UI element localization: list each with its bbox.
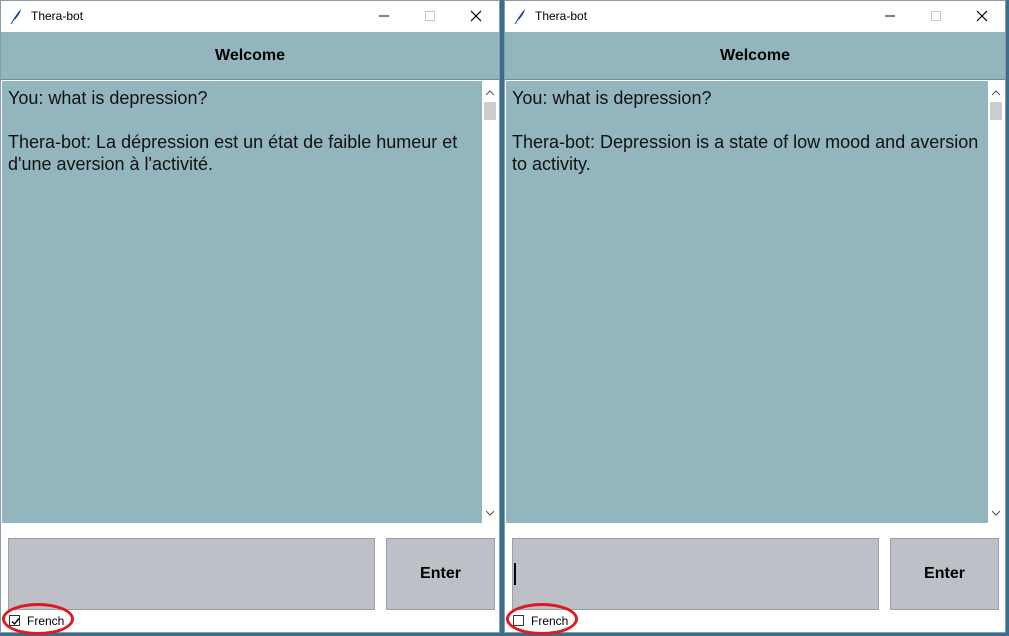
close-button[interactable] [453,1,499,31]
text-caret [514,563,516,585]
user-message: You: what is depression? [512,88,712,108]
scroll-down-arrow-icon[interactable] [483,505,497,521]
feather-icon [9,8,23,25]
chat-log[interactable]: You: what is depression? Thera-bot: Depr… [506,81,988,523]
title-bar[interactable]: Thera-bot [1,1,499,31]
maximize-button[interactable] [407,1,453,31]
chat-scrollbar[interactable] [483,85,497,521]
chat-scrollbar[interactable] [989,85,1003,521]
feather-icon [513,8,527,25]
bot-message: Thera-bot: La dépression est un état de … [8,132,463,174]
chat-window-english: Thera-bot Welcome You: what is depressio… [504,0,1006,635]
welcome-header: Welcome [505,32,1005,80]
scrollbar-thumb[interactable] [990,102,1002,120]
maximize-button[interactable] [913,1,959,31]
scrollbar-thumb[interactable] [484,102,496,120]
message-input[interactable] [8,538,375,610]
red-highlight-circle [2,603,74,635]
enter-button[interactable]: Enter [386,538,495,610]
minimize-button[interactable] [867,1,913,31]
scroll-up-arrow-icon[interactable] [483,85,497,101]
chat-window-french: Thera-bot Welcome You: what is depressio… [0,0,500,635]
user-message: You: what is depression? [8,88,208,108]
window-title: Thera-bot [535,9,588,23]
title-bar[interactable]: Thera-bot [505,1,1005,31]
scroll-up-arrow-icon[interactable] [989,85,1003,101]
chat-log[interactable]: You: what is depression? Thera-bot: La d… [2,81,482,523]
input-area: Enter French [1,524,499,635]
enter-button[interactable]: Enter [890,538,999,610]
welcome-header: Welcome [1,32,499,80]
scroll-down-arrow-icon[interactable] [989,505,1003,521]
bot-message: Thera-bot: Depression is a state of low … [512,132,984,174]
close-button[interactable] [959,1,1005,31]
message-input[interactable] [512,538,879,610]
minimize-button[interactable] [361,1,407,31]
input-area: Enter French [505,524,1005,635]
window-title: Thera-bot [31,9,84,23]
red-highlight-circle [506,603,578,635]
